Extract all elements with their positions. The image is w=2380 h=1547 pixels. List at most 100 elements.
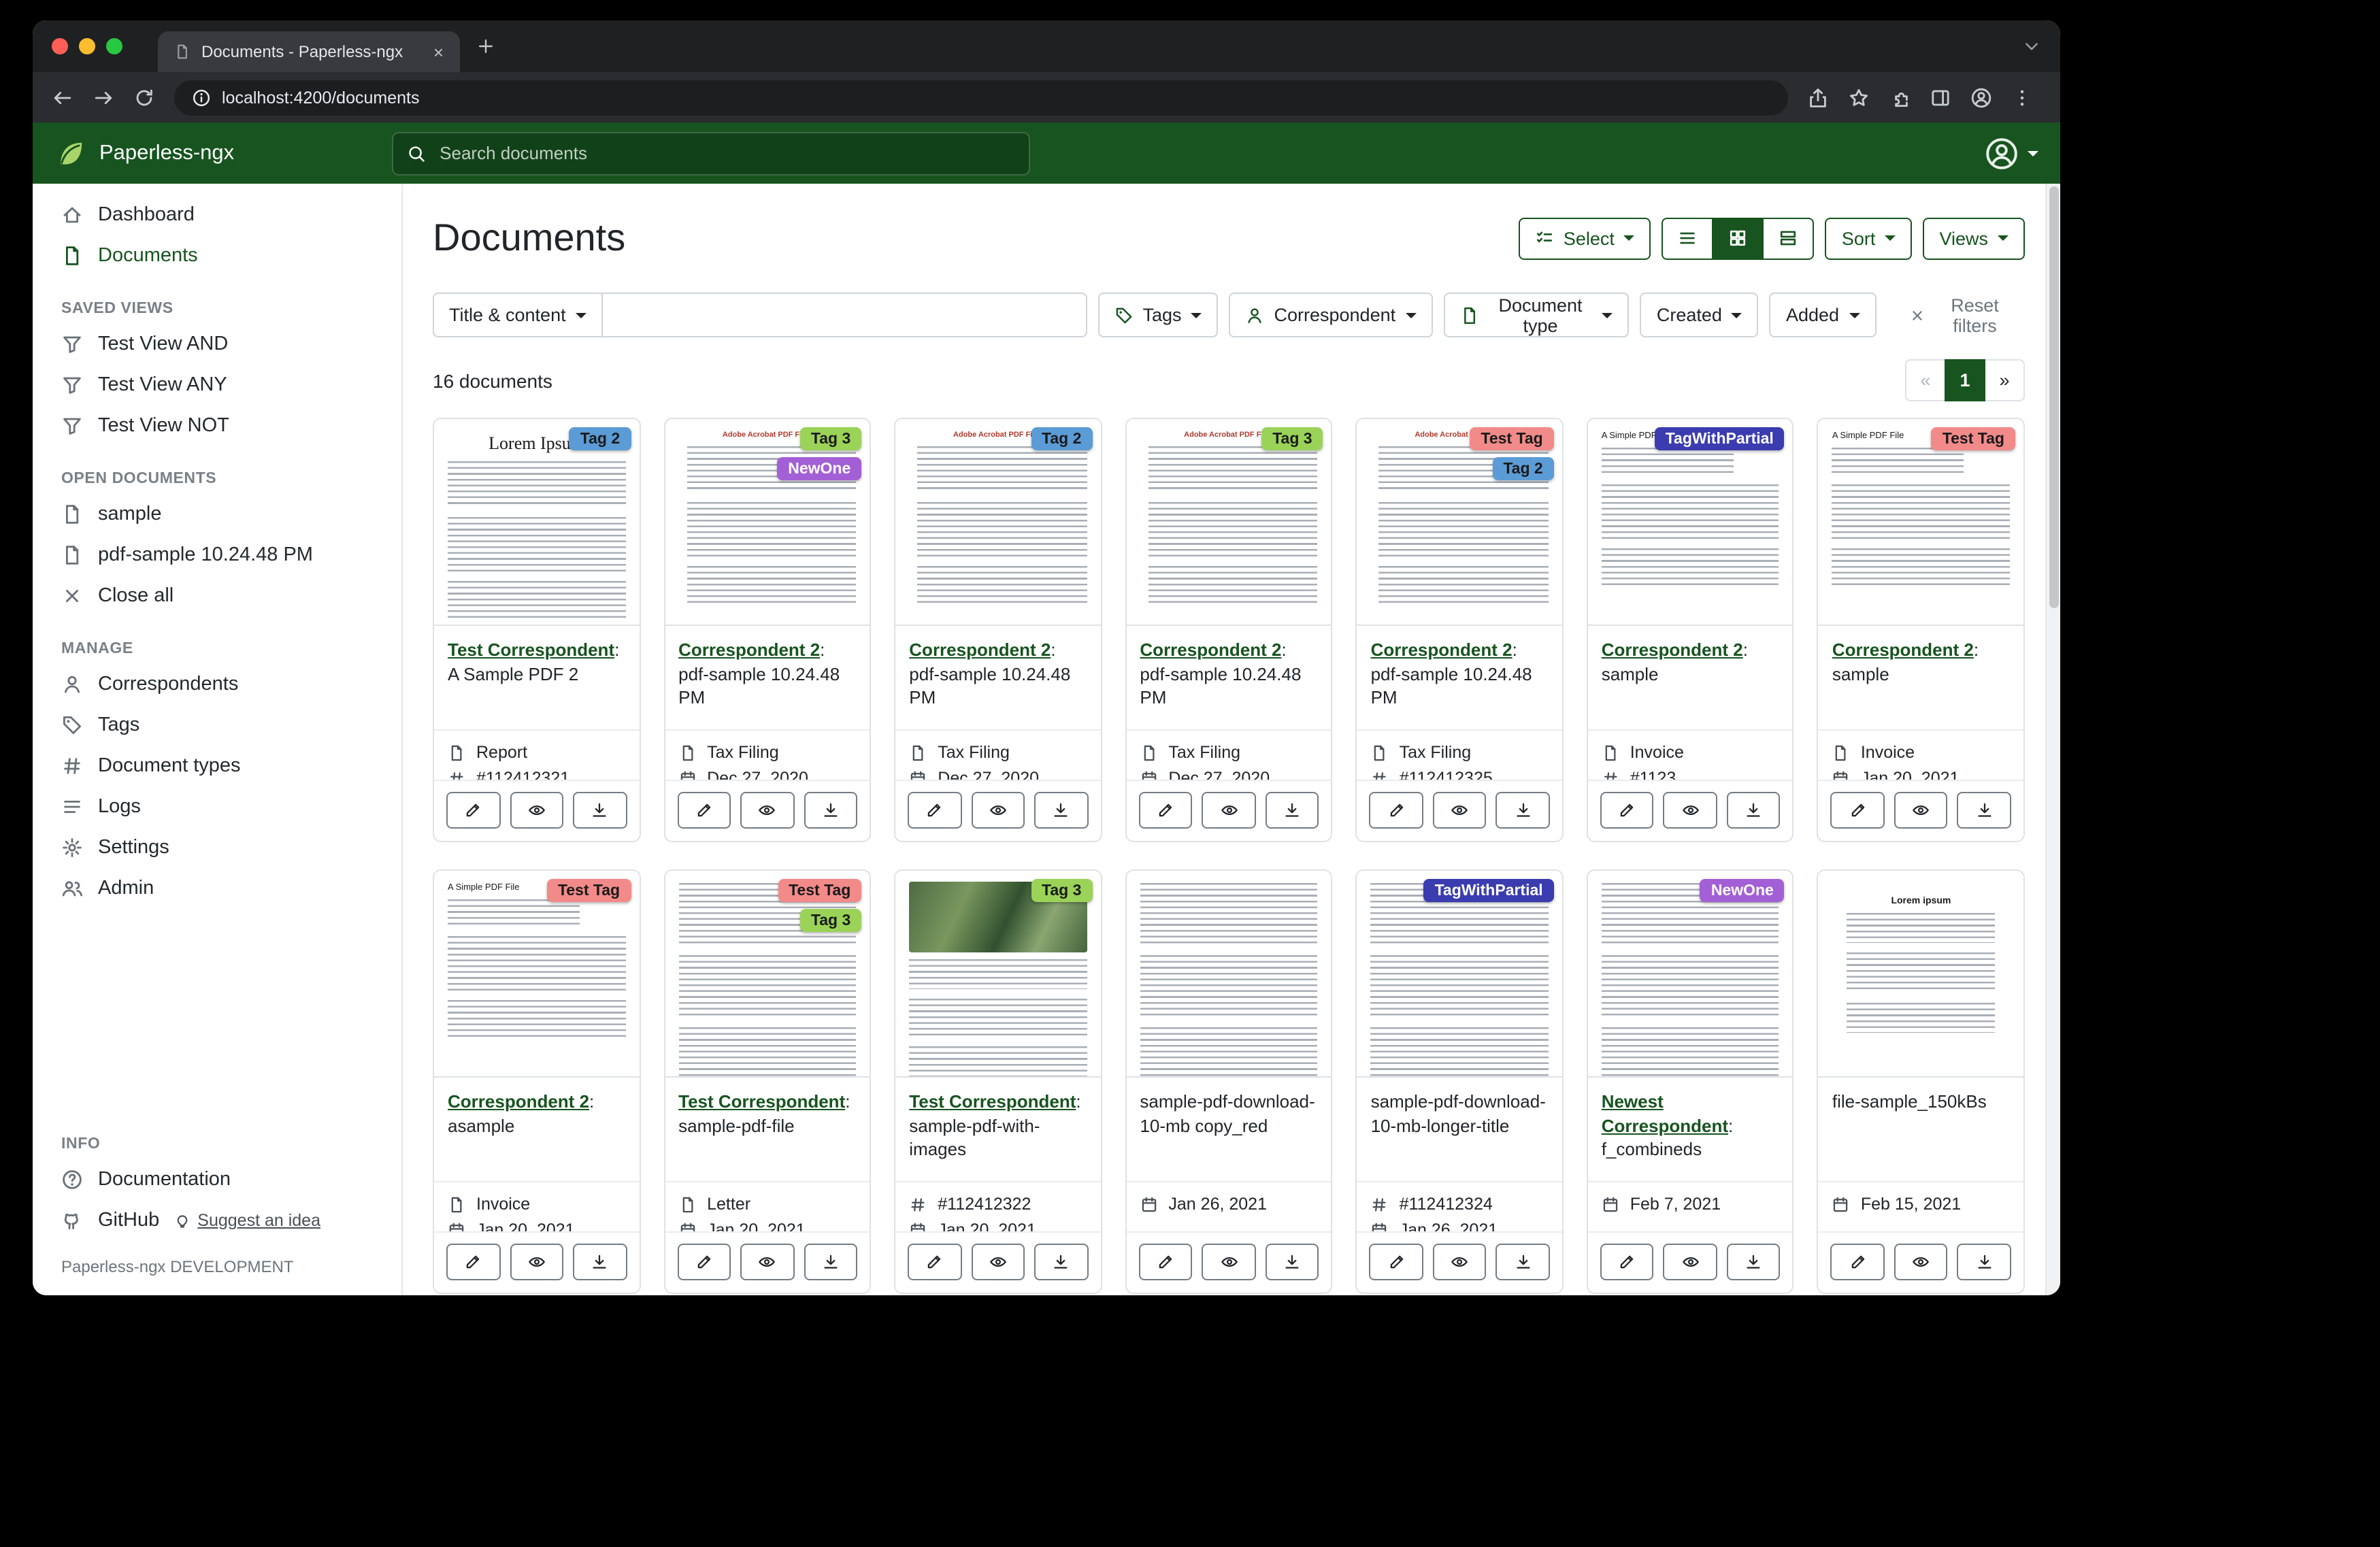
tab-close-icon[interactable]: ×	[433, 43, 444, 61]
sidebar-item-settings[interactable]: Settings	[33, 827, 401, 868]
doc-thumbnail[interactable]: Adobe Acrobat PDF Files Tag 3	[1126, 419, 1331, 626]
doc-correspondent-link[interactable]: Test Correspondent	[448, 639, 614, 660]
tag-badge[interactable]: Tag 3	[1031, 879, 1092, 902]
doc-thumbnail[interactable]: Lorem ipsum	[1819, 871, 2023, 1078]
extensions-icon[interactable]	[1889, 86, 1911, 108]
doc-correspondent-link[interactable]: Correspondent 2	[909, 639, 1051, 660]
tag-badge[interactable]: Tag 3	[800, 909, 861, 932]
doc-thumbnail[interactable]: TagWithPartial	[1357, 871, 1562, 1078]
suggest-idea-link[interactable]: Suggest an idea	[174, 1211, 320, 1230]
tab-search-chevron-icon[interactable]	[2022, 37, 2041, 56]
view-button[interactable]	[971, 792, 1025, 829]
back-icon[interactable]	[52, 86, 73, 108]
edit-button[interactable]	[677, 1244, 731, 1280]
address-bar[interactable]: localhost:4200/documents	[174, 80, 1788, 115]
doc-thumbnail[interactable]: Tag 3	[895, 871, 1100, 1078]
edit-button[interactable]	[1600, 792, 1654, 829]
download-button[interactable]	[1496, 792, 1550, 829]
tag-badge[interactable]: TagWithPartial	[1655, 427, 1785, 450]
tag-badge[interactable]: Test Tag	[1932, 427, 2015, 450]
edit-button[interactable]	[446, 792, 500, 829]
tag-badge[interactable]: Test Tag	[547, 879, 631, 902]
download-button[interactable]	[1496, 1244, 1550, 1280]
tag-badge[interactable]: TagWithPartial	[1424, 879, 1554, 902]
forward-icon[interactable]	[93, 86, 114, 108]
doc-thumbnail[interactable]: Test Tag Tag 3	[665, 871, 870, 1078]
edit-button[interactable]	[1831, 1244, 1885, 1280]
edit-button[interactable]	[1600, 1244, 1654, 1280]
tag-badge[interactable]: Test Tag	[1470, 427, 1554, 450]
doc-correspondent-link[interactable]: Correspondent 2	[678, 639, 820, 660]
sidebar-item-documents[interactable]: Documents	[33, 235, 401, 276]
download-button[interactable]	[1266, 1244, 1319, 1280]
sidebar-item-admin[interactable]: Admin	[33, 868, 401, 909]
sidebar-item-close-all[interactable]: Close all	[33, 576, 401, 616]
edit-button[interactable]	[1831, 792, 1885, 829]
document-card[interactable]: TagWithPartial sample-pdf-download-10-mb…	[1356, 869, 1564, 1294]
download-button[interactable]	[1957, 1244, 2011, 1280]
edit-button[interactable]	[1138, 1244, 1192, 1280]
share-icon[interactable]	[1807, 86, 1829, 108]
sidebar-item-logs[interactable]: Logs	[33, 786, 401, 827]
side-panel-icon[interactable]	[1930, 86, 1951, 108]
document-card[interactable]: Adobe Acrobat PDF Files Tag 2 Correspond…	[894, 418, 1102, 842]
document-card[interactable]: sample-pdf-download-10-mb copy_red Jan 2…	[1125, 869, 1332, 1294]
document-card[interactable]: Test TagTag 3 Test Correspondent: sample…	[663, 869, 871, 1294]
view-button[interactable]	[1894, 1244, 1948, 1280]
document-card[interactable]: Adobe Acrobat PDF Files Test TagTag 2 Co…	[1356, 418, 1564, 842]
added-filter-button[interactable]: Added	[1770, 293, 1876, 337]
reset-filters-button[interactable]: Reset filters	[1900, 293, 2025, 337]
tag-badge[interactable]: Tag 3	[1261, 427, 1323, 450]
download-button[interactable]	[804, 1244, 857, 1280]
download-button[interactable]	[1034, 1244, 1088, 1280]
document-card[interactable]: NewOne Newest Correspondent: f_combineds…	[1587, 869, 1794, 1294]
view-button[interactable]	[740, 1244, 794, 1280]
browser-menu-icon[interactable]	[2011, 86, 2033, 108]
doc-correspondent-link[interactable]: Correspondent 2	[1602, 639, 1743, 660]
doc-thumbnail[interactable]: A Simple PDF File Test Tag	[434, 871, 639, 1078]
document-card[interactable]: A Simple PDF File Test Tag Correspondent…	[433, 869, 640, 1294]
tags-filter-button[interactable]: Tags	[1097, 293, 1218, 337]
edit-button[interactable]	[677, 792, 731, 829]
sidebar-item-dashboard[interactable]: Dashboard	[33, 195, 401, 235]
sidebar-item-correspondents[interactable]: Correspondents	[33, 664, 401, 705]
pagination-prev-button[interactable]: «	[1905, 359, 1946, 401]
doc-thumbnail[interactable]: Adobe Acrobat PDF Files Tag 3NewOne	[665, 419, 870, 626]
edit-button[interactable]	[446, 1244, 500, 1280]
browser-tab[interactable]: Documents - Paperless-ngx ×	[158, 31, 460, 72]
doc-thumbnail[interactable]: Lorem Ipsum Tag 2	[434, 419, 639, 626]
pagination-next-button[interactable]: »	[1984, 359, 2025, 401]
select-button[interactable]: Select	[1519, 217, 1651, 259]
sort-button[interactable]: Sort	[1825, 217, 1913, 259]
view-button[interactable]	[510, 1244, 563, 1280]
tag-badge[interactable]: Tag 2	[1492, 457, 1553, 480]
document-card[interactable]: Lorem Ipsum Tag 2 Test Correspondent: A …	[433, 418, 640, 842]
tag-badge[interactable]: Tag 3	[800, 427, 861, 450]
doc-correspondent-link[interactable]: Correspondent 2	[448, 1091, 589, 1112]
zoom-window-button[interactable]	[106, 38, 122, 54]
sidebar-item-document-types[interactable]: Document types	[33, 746, 401, 786]
view-button[interactable]	[1664, 1244, 1717, 1280]
page-scrollbar[interactable]	[2045, 184, 2060, 1295]
sidebar-item-documentation[interactable]: Documentation	[33, 1159, 401, 1200]
sidebar-item-tags[interactable]: Tags	[33, 705, 401, 746]
sidebar-item-saved-view-not[interactable]: Test View NOT	[33, 405, 401, 446]
download-button[interactable]	[573, 792, 627, 829]
doc-correspondent-link[interactable]: Test Correspondent	[909, 1091, 1076, 1112]
grid-view-button[interactable]	[1713, 217, 1764, 259]
doc-thumbnail[interactable]: NewOne	[1588, 871, 1793, 1078]
doc-thumbnail[interactable]: A Simple PDF File Test Tag	[1819, 419, 2023, 626]
doc-title[interactable]: sample-pdf-download-10-mb-longer-title	[1371, 1091, 1546, 1135]
doc-title[interactable]: file-sample_150kBs	[1832, 1091, 1987, 1112]
edit-button[interactable]	[908, 792, 961, 829]
doc-thumbnail[interactable]	[1126, 871, 1331, 1078]
edit-button[interactable]	[908, 1244, 961, 1280]
edit-button[interactable]	[1370, 1244, 1423, 1280]
tag-badge[interactable]: Test Tag	[778, 879, 861, 902]
correspondent-filter-button[interactable]: Correspondent	[1229, 293, 1433, 337]
sidebar-item-saved-view-and[interactable]: Test View AND	[33, 324, 401, 365]
view-button[interactable]	[1894, 792, 1948, 829]
view-button[interactable]	[1202, 792, 1255, 829]
doc-correspondent-link[interactable]: Correspondent 2	[1371, 639, 1513, 660]
tag-badge[interactable]: Tag 2	[569, 427, 631, 450]
